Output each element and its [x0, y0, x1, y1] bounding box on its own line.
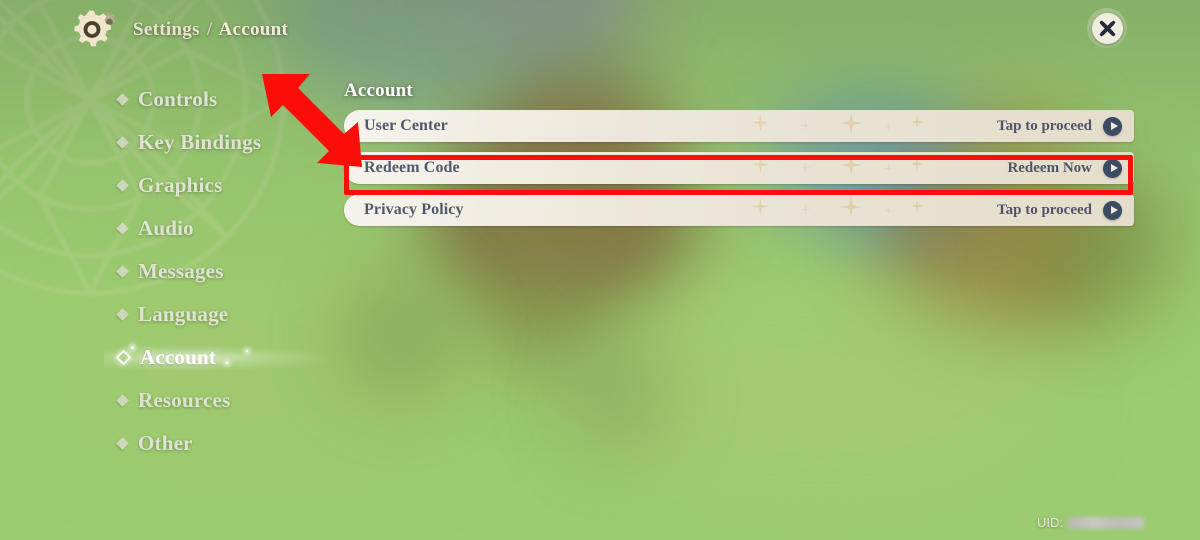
- breadcrumb-separator: /: [206, 19, 213, 40]
- sparkle-icon: [910, 115, 924, 129]
- sparkle-icon: [840, 196, 862, 218]
- sidebar-item-resources[interactable]: Resources: [0, 379, 330, 422]
- row-sparkle-decoration: [744, 194, 964, 226]
- account-row-label: Redeem Code: [364, 159, 460, 176]
- sidebar-item-label: Language: [138, 302, 229, 326]
- sparkle-icon: [884, 164, 893, 173]
- sidebar-item-controls[interactable]: Controls: [0, 78, 330, 121]
- settings-sidebar: Controls Key Bindings Graphics Audio Message…: [0, 78, 334, 465]
- sidebar-item-audio[interactable]: Audio: [0, 207, 330, 250]
- sparkle-icon: [131, 346, 134, 349]
- row-sparkle-decoration: [744, 152, 964, 184]
- sidebar-item-label: Controls: [138, 87, 218, 111]
- sidebar-item-label: Resources: [138, 388, 231, 412]
- sidebar-item-messages[interactable]: Messages: [0, 250, 330, 293]
- sparkle-icon: [840, 112, 862, 134]
- diamond-bullet-icon: [116, 437, 129, 450]
- sidebar-item-label: Audio: [138, 216, 194, 240]
- chevron-right-icon[interactable]: [1103, 158, 1122, 178]
- diamond-bullet-icon: [116, 179, 129, 192]
- sparkle-icon: [752, 156, 769, 173]
- sidebar-item-other[interactable]: Other: [0, 422, 330, 465]
- breadcrumb-root[interactable]: Settings: [133, 19, 200, 40]
- breadcrumb-current: Account: [218, 19, 289, 40]
- sidebar-active-glow: [104, 344, 334, 371]
- close-button[interactable]: [1087, 8, 1127, 48]
- account-row-action-label: Redeem Now: [1007, 159, 1092, 176]
- account-row-privacy-policy[interactable]: Privacy Policy Tap to proceed: [344, 194, 1134, 226]
- sparkle-icon: [910, 199, 924, 213]
- sparkle-icon: [752, 114, 769, 131]
- account-option-list: User Center Tap to proceed Redeem Code Rede…: [344, 110, 1134, 226]
- account-row-action-group: Redeem Now: [1007, 158, 1134, 178]
- settings-screen: Settings / Account Controls Key Bindings G…: [0, 0, 1200, 540]
- sparkle-icon: [800, 162, 811, 173]
- account-row-action-label: Tap to proceed: [996, 117, 1092, 134]
- page-title: Account: [344, 80, 413, 101]
- uid-display: UID:: [1037, 515, 1144, 530]
- sidebar-item-label: Graphics: [138, 173, 223, 197]
- account-row-action-label: Tap to proceed: [996, 201, 1092, 218]
- breadcrumb: Settings / Account: [133, 19, 288, 41]
- sparkle-icon: [800, 120, 811, 131]
- sidebar-item-label: Messages: [138, 259, 224, 283]
- diamond-bullet-icon: [116, 93, 129, 106]
- diamond-bullet-icon: [116, 222, 129, 235]
- gear-icon: [74, 10, 116, 47]
- sparkle-icon: [246, 350, 248, 352]
- chevron-right-icon[interactable]: [1103, 200, 1122, 220]
- chevron-right-icon[interactable]: [1103, 116, 1122, 136]
- sparkle-icon: [910, 157, 924, 171]
- diamond-bullet-icon: [116, 265, 129, 278]
- account-row-action-group: Tap to proceed: [996, 116, 1134, 136]
- sparkle-icon: [884, 206, 893, 215]
- sidebar-item-label: Account: [140, 345, 217, 369]
- settings-header: Settings / Account: [0, 0, 1200, 62]
- uid-label: UID:: [1037, 515, 1063, 530]
- account-row-redeem-code[interactable]: Redeem Code Redeem Now: [344, 152, 1134, 184]
- sidebar-item-label: Other: [138, 431, 193, 455]
- sparkle-icon: [226, 362, 228, 364]
- sidebar-item-label: Key Bindings: [138, 130, 262, 154]
- sparkle-icon: [800, 204, 811, 215]
- sidebar-item-language[interactable]: Language: [0, 293, 330, 336]
- sidebar-item-key-bindings[interactable]: Key Bindings: [0, 121, 330, 164]
- sidebar-item-account[interactable]: Account: [0, 336, 334, 379]
- close-button-inner: [1091, 12, 1123, 44]
- diamond-bullet-icon: [115, 349, 132, 366]
- row-sparkle-decoration: [744, 110, 964, 142]
- account-row-action-group: Tap to proceed: [996, 200, 1134, 220]
- uid-value-redacted: [1068, 516, 1144, 529]
- account-row-label: User Center: [364, 117, 448, 134]
- sparkle-icon: [840, 154, 862, 176]
- diamond-bullet-icon: [116, 394, 129, 407]
- sparkle-icon: [884, 122, 893, 131]
- diamond-bullet-icon: [116, 136, 129, 149]
- close-icon: [1099, 20, 1115, 36]
- sidebar-item-graphics[interactable]: Graphics: [0, 164, 330, 207]
- account-panel: Account User Center Tap to proceed Redeem …: [344, 80, 1134, 236]
- sparkle-icon: [752, 198, 769, 215]
- account-row-user-center[interactable]: User Center Tap to proceed: [344, 110, 1134, 142]
- account-row-label: Privacy Policy: [364, 201, 464, 218]
- diamond-bullet-icon: [116, 308, 129, 321]
